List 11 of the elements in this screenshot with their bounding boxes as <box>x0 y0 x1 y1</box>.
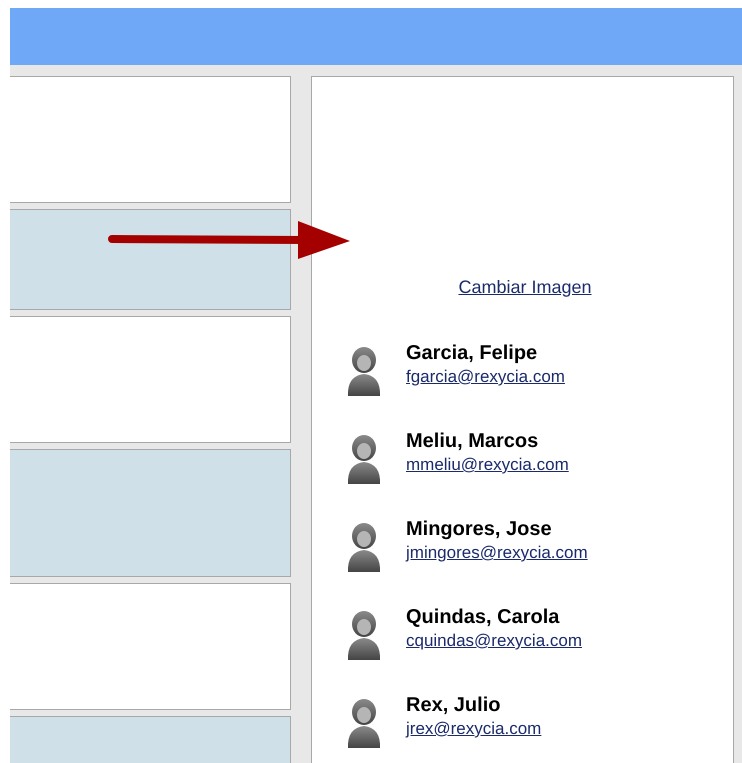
email-link[interactable]: cquindas@rexycia.com <box>406 631 582 651</box>
change-image-link[interactable]: Cambiar Imagen <box>458 277 592 298</box>
contact-name: Meliu, Marcos <box>406 430 540 453</box>
email-link[interactable]: jmingores@rexycia.com <box>406 543 588 563</box>
contact-name: Garcia, Felipe <box>406 342 538 365</box>
email-link[interactable]: jrex@rexycia.com <box>406 719 542 739</box>
contact-name: Rex, Julio <box>406 694 502 717</box>
email-link[interactable]: fgarcia@rexycia.com <box>406 367 565 387</box>
email-link[interactable]: mmeliu@rexycia.com <box>406 455 569 475</box>
contact-name: Quindas, Carola <box>406 606 560 629</box>
contact-name: Mingores, Jose <box>406 518 553 541</box>
